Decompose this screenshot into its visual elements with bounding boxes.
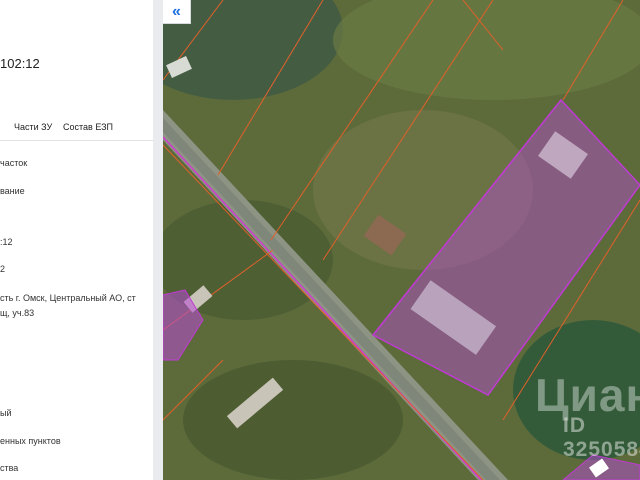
collapse-panel-button[interactable]: « xyxy=(163,0,191,24)
info-row-quarter: 2 xyxy=(0,264,6,274)
tabs-divider xyxy=(0,140,153,141)
info-row-address-line2: щ, уч.83 xyxy=(0,308,35,318)
info-row-name: вание xyxy=(0,186,25,196)
info-row-status: ый xyxy=(0,408,12,418)
watermark-id: ID 325058428 xyxy=(563,414,640,461)
info-row-use: ства xyxy=(0,463,19,473)
tree-cluster xyxy=(183,360,403,480)
satellite-map[interactable]: Циан ID 325058428 xyxy=(163,0,640,480)
info-row-type: часток xyxy=(0,158,28,168)
info-row-category: енных пунктов xyxy=(0,436,61,446)
info-panel: 102:12 Части ЗУ Состав ЕЗП часток вание … xyxy=(0,0,153,480)
tab-composition[interactable]: Состав ЕЗП xyxy=(63,122,113,132)
panel-divider[interactable] xyxy=(153,0,163,480)
cadastral-number-title: 102:12 xyxy=(0,56,40,71)
tab-parts[interactable]: Части ЗУ xyxy=(14,122,52,132)
double-chevron-left-icon: « xyxy=(172,2,181,20)
info-row-number: :12 xyxy=(0,237,13,247)
info-row-address-line1: сть г. Омск, Центральный АО, ст xyxy=(0,293,136,303)
